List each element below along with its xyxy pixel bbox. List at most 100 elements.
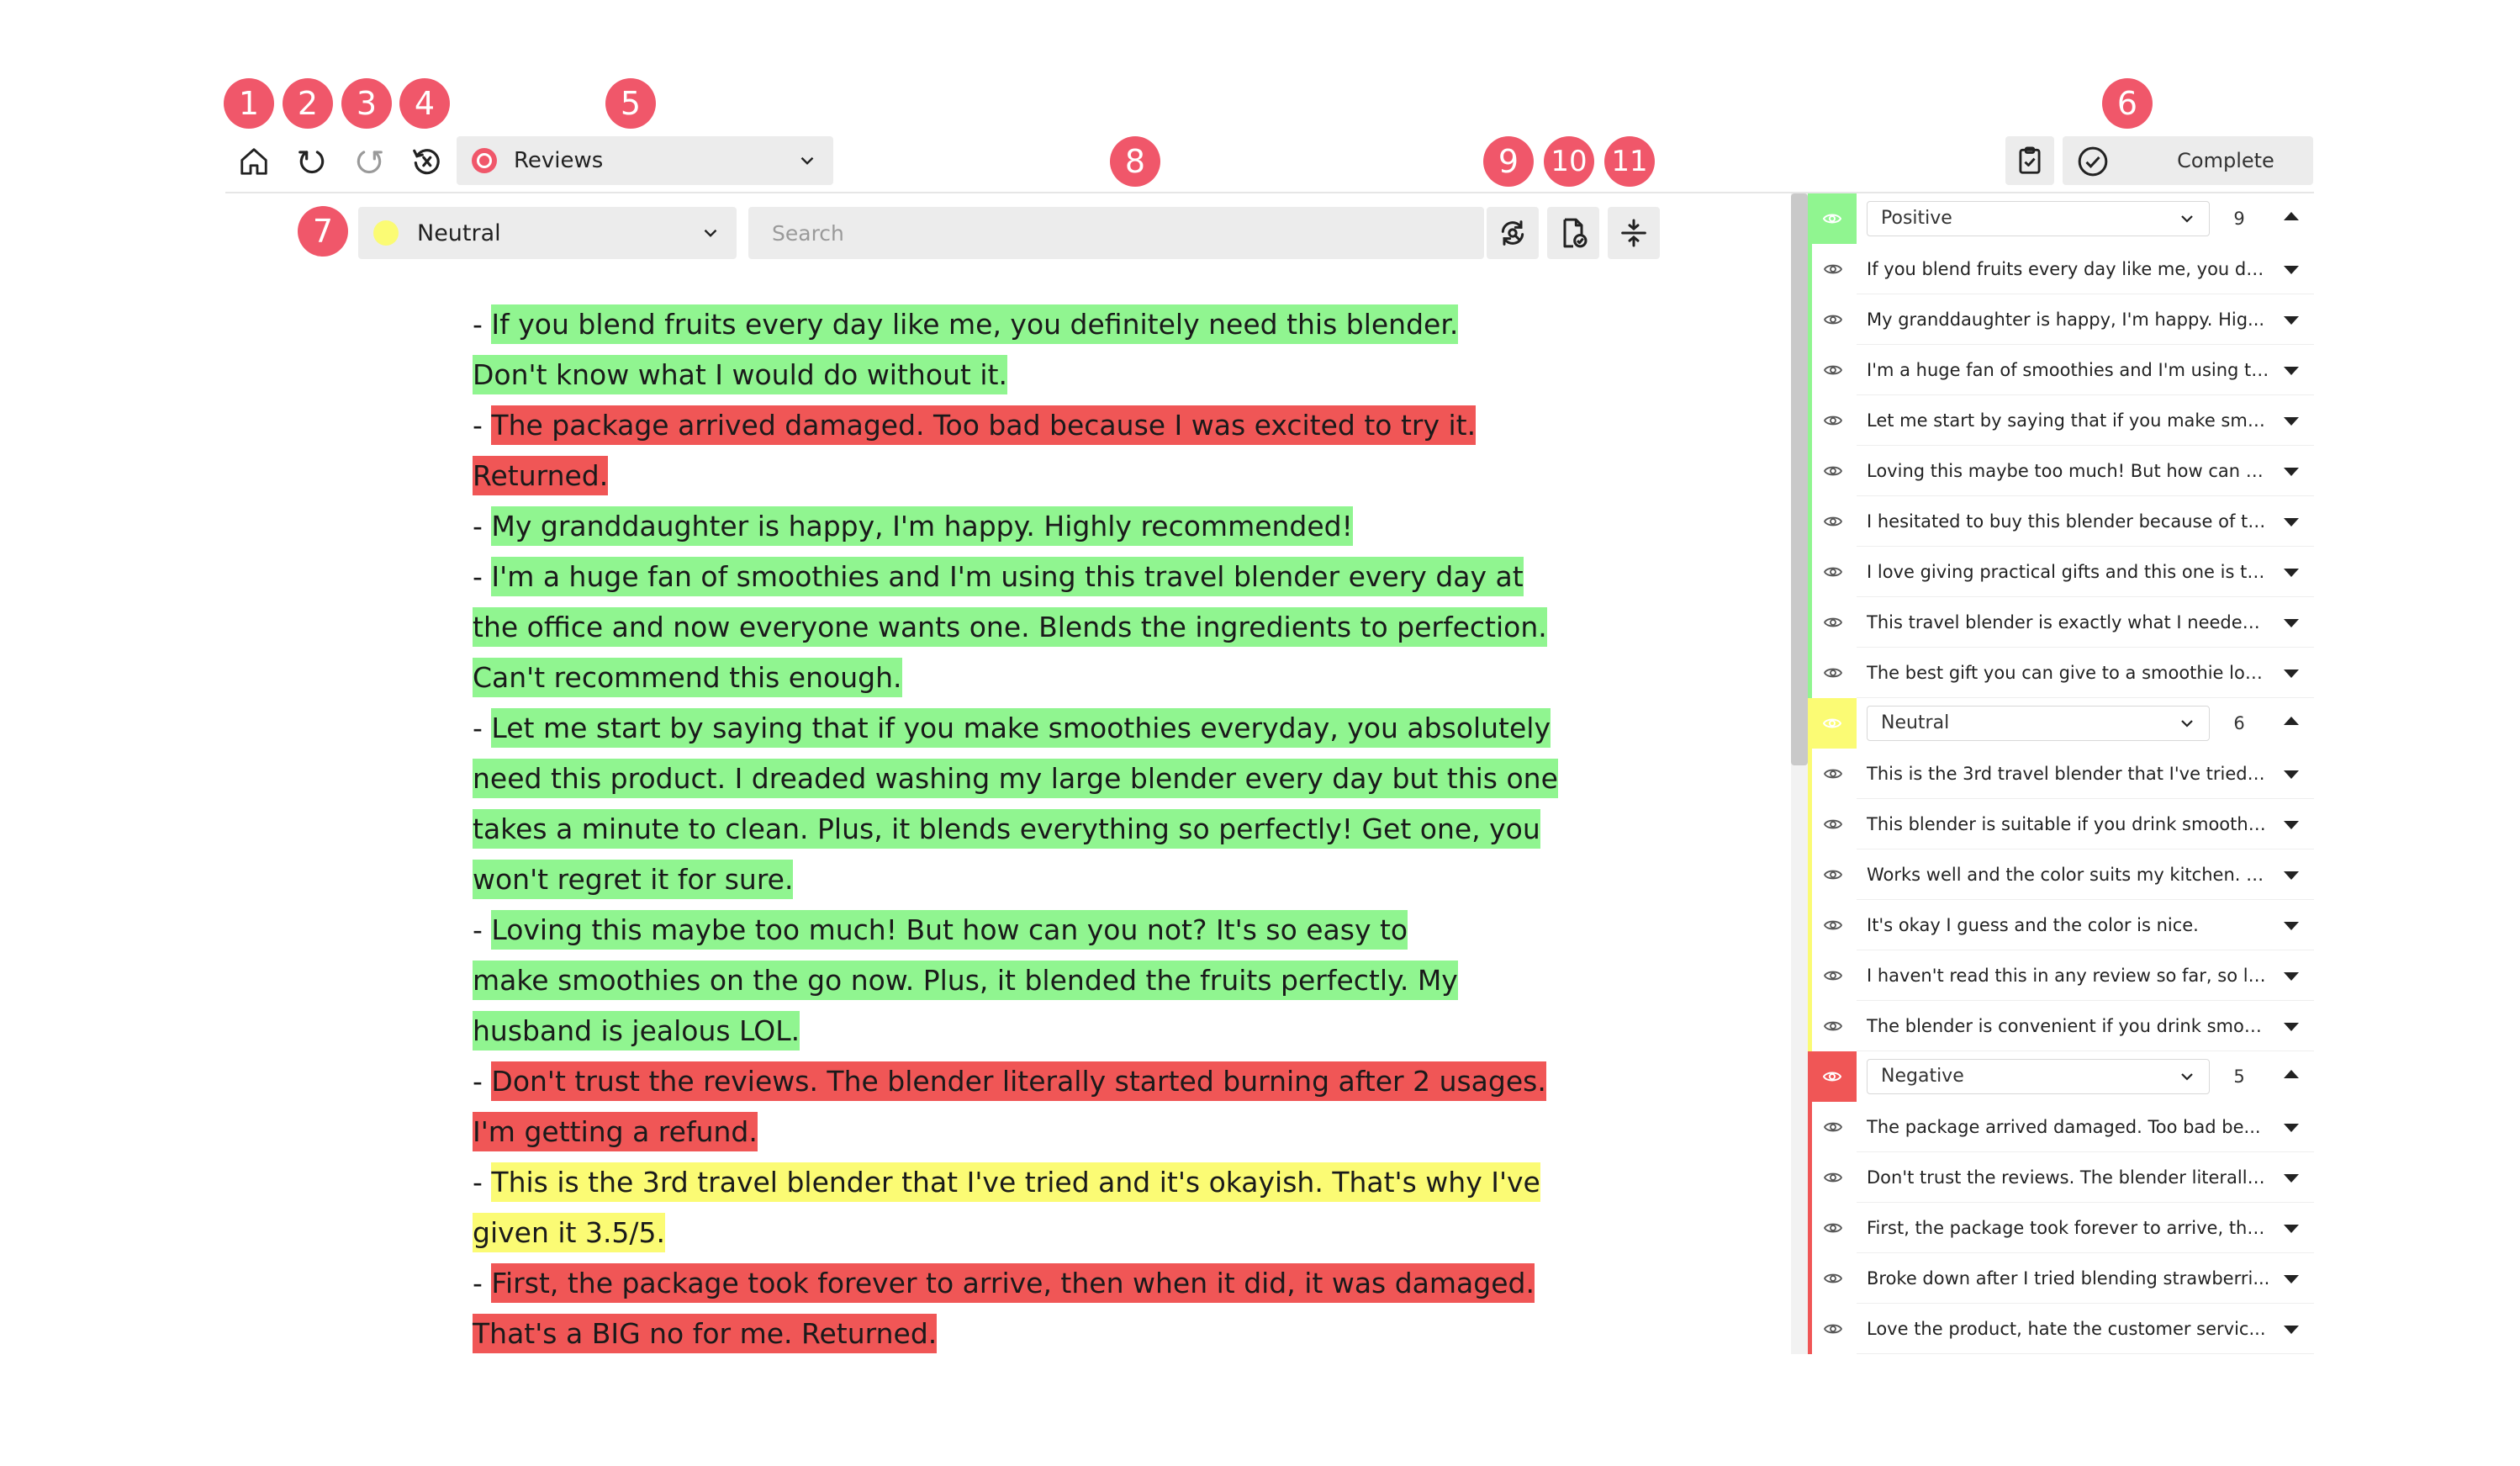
expand-item-icon[interactable] bbox=[2284, 569, 2299, 577]
document-entry: - The package arrived damaged. Too bad b… bbox=[473, 400, 1482, 501]
search-input[interactable] bbox=[748, 207, 1484, 259]
group-visibility-toggle[interactable] bbox=[1808, 193, 1857, 244]
eye-icon[interactable] bbox=[1823, 511, 1843, 532]
eye-icon[interactable] bbox=[1823, 360, 1843, 380]
expand-item-icon[interactable] bbox=[2284, 367, 2299, 375]
expand-item-icon[interactable] bbox=[2284, 1174, 2299, 1183]
file-select[interactable]: Reviews bbox=[457, 136, 833, 185]
label-select[interactable]: Neutral bbox=[358, 207, 737, 259]
eye-icon[interactable] bbox=[1823, 663, 1843, 683]
list-item[interactable]: If you blend fruits every day like me, y… bbox=[1808, 244, 2314, 294]
list-item[interactable]: I haven't read this in any review so far… bbox=[1808, 950, 2314, 1001]
expand-item-icon[interactable] bbox=[2284, 770, 2299, 779]
expand-item-icon[interactable] bbox=[2284, 266, 2299, 274]
list-item[interactable]: Works well and the color suits my kitche… bbox=[1808, 849, 2314, 900]
collapse-group-icon[interactable] bbox=[2284, 717, 2299, 725]
collapse-button[interactable] bbox=[1608, 207, 1660, 259]
eye-icon[interactable] bbox=[1823, 1319, 1843, 1339]
document-entry: - This is the 3rd travel blender that I'… bbox=[473, 1157, 1566, 1258]
expand-item-icon[interactable] bbox=[2284, 871, 2299, 880]
eye-icon[interactable] bbox=[1823, 259, 1843, 279]
eye-icon[interactable] bbox=[1823, 865, 1843, 885]
expand-item-icon[interactable] bbox=[2284, 1124, 2299, 1132]
eye-icon[interactable] bbox=[1823, 410, 1843, 431]
expand-item-icon[interactable] bbox=[2284, 619, 2299, 627]
list-item[interactable]: My granddaughter is happy, I'm happy. Hi… bbox=[1808, 294, 2314, 345]
label-stripe bbox=[1808, 1203, 1812, 1253]
callout-badge-8: 8 bbox=[1110, 136, 1160, 187]
expand-item-icon[interactable] bbox=[2284, 417, 2299, 426]
eye-icon[interactable] bbox=[1823, 1268, 1843, 1289]
eye-icon[interactable] bbox=[1823, 764, 1843, 784]
group-label-select[interactable]: Negative bbox=[1867, 1059, 2210, 1094]
expand-item-icon[interactable] bbox=[2284, 468, 2299, 476]
eye-icon[interactable] bbox=[1823, 1016, 1843, 1036]
eye-icon[interactable] bbox=[1823, 814, 1843, 834]
expand-item-icon[interactable] bbox=[2284, 518, 2299, 527]
relabel-icon bbox=[1501, 220, 1524, 246]
list-item[interactable]: I hesitated to buy this blender because … bbox=[1808, 496, 2314, 547]
list-item[interactable]: I'm a huge fan of smoothies and I'm usin… bbox=[1808, 345, 2314, 395]
eye-icon[interactable] bbox=[1823, 562, 1843, 582]
list-item[interactable]: Loving this maybe too much! But how can … bbox=[1808, 446, 2314, 496]
list-item[interactable]: I love giving practical gifts and this o… bbox=[1808, 547, 2314, 597]
scrollbar-thumb[interactable] bbox=[1791, 193, 1808, 765]
list-item-text: If you blend fruits every day like me, y… bbox=[1867, 259, 2270, 279]
annotated-span-negative[interactable]: First, the package took forever to arriv… bbox=[473, 1263, 1535, 1353]
list-item[interactable]: This travel blender is exactly what I ne… bbox=[1808, 597, 2314, 648]
annotated-span-positive[interactable]: I'm a huge fan of smoothies and I'm usin… bbox=[473, 557, 1547, 697]
eye-icon[interactable] bbox=[1823, 1218, 1843, 1238]
expand-item-icon[interactable] bbox=[2284, 1326, 2299, 1334]
group-label-select[interactable]: Positive bbox=[1867, 201, 2210, 236]
list-item[interactable]: The best gift you can give to a smoothie… bbox=[1808, 648, 2314, 698]
list-item[interactable]: The package arrived damaged. Too bad be.… bbox=[1808, 1102, 2314, 1152]
group-visibility-toggle[interactable] bbox=[1808, 698, 1857, 749]
eye-icon[interactable] bbox=[1823, 915, 1843, 935]
annotated-span-negative[interactable]: Don't trust the reviews. The blender lit… bbox=[473, 1061, 1546, 1151]
collapse-group-icon[interactable] bbox=[2284, 1070, 2299, 1078]
list-item[interactable]: It's okay I guess and the color is nice. bbox=[1808, 900, 2314, 950]
document-check-button[interactable] bbox=[1547, 207, 1599, 259]
eye-icon[interactable] bbox=[1823, 461, 1843, 481]
redo-button[interactable] bbox=[346, 138, 393, 185]
expand-item-icon[interactable] bbox=[2284, 669, 2299, 678]
eye-icon[interactable] bbox=[1823, 966, 1843, 986]
relabel-button[interactable] bbox=[1487, 207, 1539, 259]
complete-button[interactable]: Complete bbox=[2063, 136, 2313, 185]
undo-button[interactable] bbox=[288, 138, 335, 185]
label-stripe bbox=[1808, 547, 1812, 597]
list-item[interactable]: Don't trust the reviews. The blender lit… bbox=[1808, 1152, 2314, 1203]
list-item[interactable]: Let me start by saying that if you make … bbox=[1808, 395, 2314, 446]
list-item[interactable]: The blender is convenient if you drink s… bbox=[1808, 1001, 2314, 1051]
annotated-span-positive[interactable]: If you blend fruits every day like me, y… bbox=[473, 304, 1459, 394]
list-item[interactable]: Love the product, hate the customer serv… bbox=[1808, 1304, 2314, 1354]
annotated-span-positive[interactable]: My granddaughter is happy, I'm happy. Hi… bbox=[491, 506, 1353, 546]
list-item[interactable]: This is the 3rd travel blender that I've… bbox=[1808, 749, 2314, 799]
expand-item-icon[interactable] bbox=[2284, 821, 2299, 829]
group-label-select[interactable]: Neutral bbox=[1867, 706, 2210, 741]
annotated-span-negative[interactable]: The package arrived damaged. Too bad bec… bbox=[473, 405, 1477, 495]
document-check-icon bbox=[1563, 218, 1588, 248]
clipboard-button[interactable] bbox=[2005, 136, 2054, 185]
expand-item-icon[interactable] bbox=[2284, 1275, 2299, 1283]
annotated-span-neutral[interactable]: This is the 3rd travel blender that I've… bbox=[473, 1162, 1540, 1252]
expand-item-icon[interactable] bbox=[2284, 1225, 2299, 1233]
list-item[interactable]: Broke down after I tried blending strawb… bbox=[1808, 1253, 2314, 1304]
expand-item-icon[interactable] bbox=[2284, 1023, 2299, 1031]
list-item[interactable]: First, the package took forever to arriv… bbox=[1808, 1203, 2314, 1253]
eye-icon[interactable] bbox=[1823, 612, 1843, 632]
eye-icon[interactable] bbox=[1823, 1117, 1843, 1137]
expand-item-icon[interactable] bbox=[2284, 922, 2299, 930]
list-item[interactable]: This blender is suitable if you drink sm… bbox=[1808, 799, 2314, 849]
group-visibility-toggle[interactable] bbox=[1808, 1051, 1857, 1102]
expand-item-icon[interactable] bbox=[2284, 972, 2299, 981]
collapse-group-icon[interactable] bbox=[2284, 212, 2299, 220]
home-button[interactable] bbox=[230, 138, 277, 185]
eye-icon[interactable] bbox=[1823, 1167, 1843, 1188]
history-button[interactable] bbox=[403, 138, 450, 185]
expand-item-icon[interactable] bbox=[2284, 316, 2299, 325]
annotated-span-positive[interactable]: Loving this maybe too much! But how can … bbox=[473, 910, 1458, 1051]
eye-icon[interactable] bbox=[1823, 310, 1843, 330]
annotated-span-positive[interactable]: Let me start by saying that if you make … bbox=[473, 708, 1558, 899]
group-name: Positive bbox=[1881, 208, 1952, 229]
